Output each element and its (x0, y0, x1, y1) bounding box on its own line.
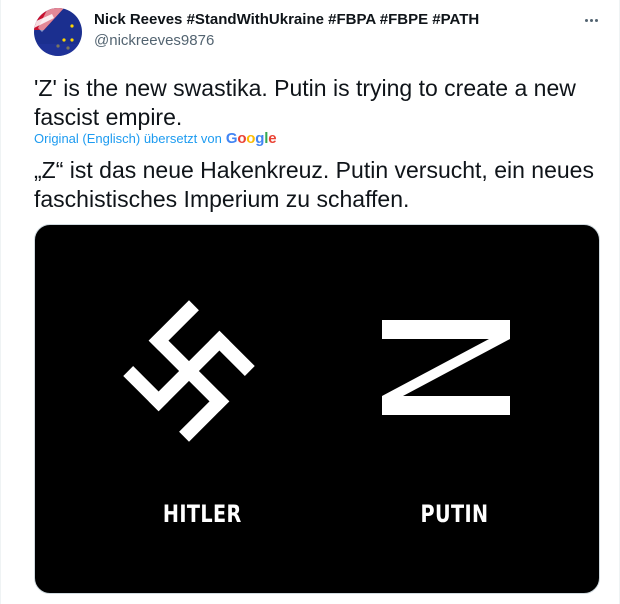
media-graphic (123, 300, 510, 442)
translation-attribution[interactable]: Original (Englisch) übersetzt von Google (34, 130, 277, 147)
translated-text: „Z“ ist das neue Hakenkreuz. Putin versu… (34, 157, 594, 212)
translation-note: Original (Englisch) übersetzt von (34, 131, 222, 146)
z-symbol (382, 320, 510, 415)
tweet-card: Nick Reeves #StandWithUkraine #FBPA #FBP… (0, 0, 620, 604)
swastika-symbol (123, 300, 255, 442)
media-label-right: PUTIN (420, 500, 489, 528)
author-name[interactable]: Nick Reeves #StandWithUkraine #FBPA #FBP… (94, 11, 479, 28)
tweet-image[interactable]: HITLER PUTIN (34, 224, 600, 594)
avatar-image (34, 8, 82, 56)
media-label-left: HITLER (162, 500, 242, 528)
google-logo: Google (225, 130, 277, 147)
avatar[interactable] (34, 8, 82, 56)
more-dots-icon[interactable] (579, 8, 603, 32)
author-handle[interactable]: @nickreeves9876 (94, 32, 214, 49)
tweet-text: 'Z' is the new swastika. Putin is trying… (34, 75, 576, 130)
